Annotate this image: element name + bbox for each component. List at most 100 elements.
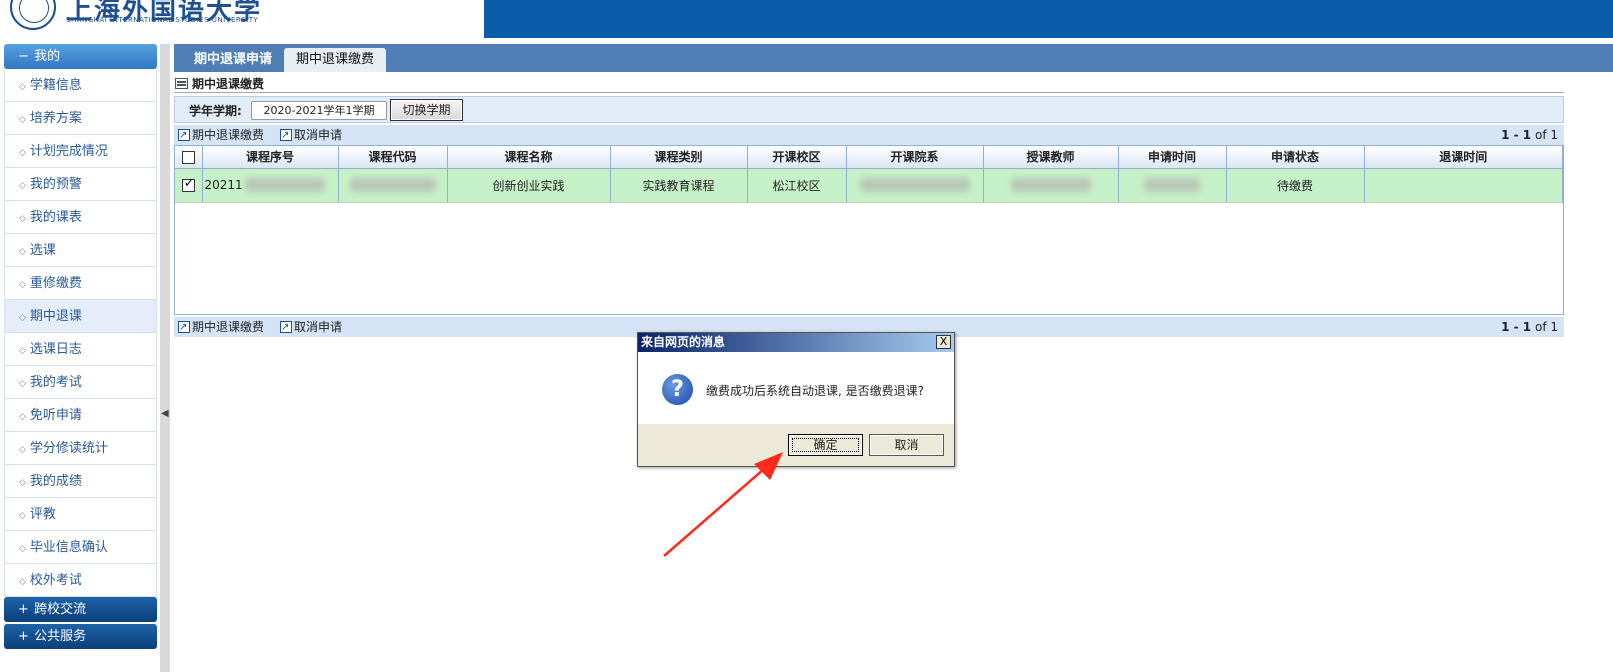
col-header[interactable]: 开课校区 xyxy=(747,146,847,169)
sidebar-section-label: 我的 xyxy=(34,49,61,64)
cell-course-name: 创新创业实践 xyxy=(447,168,611,203)
sidebar-item[interactable]: ◇ 选课日志 xyxy=(4,333,157,366)
withdraw-pay-button[interactable]: 期中退课缴费 xyxy=(178,317,264,338)
select-all-checkbox[interactable] xyxy=(181,150,195,164)
course-grid: 课程序号 课程代码 课程名称 课程类别 开课校区 开课院系 授课教师 申请时间 … xyxy=(174,145,1564,315)
chevron-left-icon: ◀ xyxy=(161,408,169,419)
sidebar-item-label: 我的课表 xyxy=(29,210,82,225)
sidebar-item[interactable]: ◇ 我的成绩 xyxy=(4,465,157,498)
col-header[interactable]: 课程序号 xyxy=(202,146,339,169)
sidebar-item[interactable]: ◇ 毕业信息确认 xyxy=(4,531,157,564)
panel-title: 期中退课缴费 xyxy=(174,75,1564,93)
diamond-bullet-icon: ◇ xyxy=(19,445,26,455)
col-header[interactable]: 退课时间 xyxy=(1364,146,1563,169)
col-header[interactable]: 课程代码 xyxy=(338,146,448,169)
sidebar-section-exchange[interactable]: + 跨校交流 xyxy=(4,597,157,622)
pager-total: of 1 xyxy=(1534,128,1558,142)
tab-bar: 期中退课申请 期中退课缴费 xyxy=(174,44,1613,72)
diamond-bullet-icon: ◇ xyxy=(19,82,26,92)
diamond-bullet-icon: ◇ xyxy=(19,181,26,191)
table-icon xyxy=(175,78,188,89)
diamond-bullet-icon: ◇ xyxy=(19,511,26,521)
dialog-body: ? 缴费成功后系统自动退课, 是否缴费退课? xyxy=(638,352,954,424)
diamond-bullet-icon: ◇ xyxy=(19,379,26,389)
cancel-application-button[interactable]: 取消申请 xyxy=(280,317,343,338)
dialog-title: 来自网页的消息 xyxy=(641,335,726,349)
term-select[interactable]: 2020-2021学年1学期 xyxy=(251,101,387,120)
col-header[interactable]: 课程名称 xyxy=(447,146,611,169)
sidebar-item[interactable]: ◇ 我的课表 xyxy=(4,201,157,234)
sidebar-section-public[interactable]: + 公共服务 xyxy=(4,624,157,649)
row-select-cell[interactable] xyxy=(175,168,203,203)
diamond-bullet-icon: ◇ xyxy=(19,346,26,356)
sidebar-item[interactable]: ◇ 选课 xyxy=(4,234,157,267)
pager: 1 - 1 of 1 xyxy=(1501,125,1558,145)
sidebar-item[interactable]: ◇ 学籍信息 xyxy=(4,69,157,102)
sidebar-item[interactable]: ◇ 评教 xyxy=(4,498,157,531)
col-header[interactable]: 申请时间 xyxy=(1118,146,1227,169)
table-row[interactable]: 20211 创新创业实践 实践教育课程 松江校区 待缴费 xyxy=(175,168,1563,203)
sidebar-item[interactable]: ◇ 校外考试 xyxy=(4,564,157,597)
sidebar-item[interactable]: ◇ 我的考试 xyxy=(4,366,157,399)
annotation-arrow-icon xyxy=(663,452,783,557)
sidebar-item[interactable]: ◇ 计划完成情况 xyxy=(4,135,157,168)
sidebar-items: ◇ 学籍信息 ◇ 培养方案 ◇ 计划完成情况 ◇ 我的预警 ◇ 我的课表 ◇ 选课 ◇ 重修缴费 ◇ 期中退课… xyxy=(4,69,157,597)
sidebar-item-label: 学籍信息 xyxy=(29,78,82,93)
link-arrow-icon xyxy=(280,318,292,338)
col-header[interactable]: 申请状态 xyxy=(1226,146,1365,169)
sidebar-item[interactable]: ◇ 学分修读统计 xyxy=(4,432,157,465)
diamond-bullet-icon: ◇ xyxy=(19,214,26,224)
minus-icon: − xyxy=(18,49,29,64)
course-seq-text: 20211 xyxy=(204,177,243,192)
arrow-shaft xyxy=(663,461,773,557)
sidebar-item-label: 毕业信息确认 xyxy=(29,540,108,555)
diamond-bullet-icon: ◇ xyxy=(19,544,26,554)
dialog-title-bar[interactable]: 来自网页的消息 X xyxy=(638,333,954,352)
cell-course-code xyxy=(338,168,448,203)
redacted-blur xyxy=(1144,178,1200,193)
sidebar-item-label: 评教 xyxy=(29,507,56,522)
redacted-blur xyxy=(1010,178,1091,193)
sidebar-section-mine[interactable]: − 我的 xyxy=(4,44,157,69)
cell-department xyxy=(846,168,984,203)
col-header[interactable]: 开课院系 xyxy=(846,146,984,169)
row-checkbox[interactable] xyxy=(181,176,195,192)
pager-total: of 1 xyxy=(1534,320,1558,334)
select-all-cell[interactable] xyxy=(175,146,203,169)
withdraw-pay-button[interactable]: 期中退课缴费 xyxy=(178,125,264,146)
diamond-bullet-icon: ◇ xyxy=(19,313,26,323)
sidebar-collapse-handle[interactable]: ◀ xyxy=(160,44,170,672)
pager-range: 1 - 1 xyxy=(1501,320,1532,334)
diamond-bullet-icon: ◇ xyxy=(19,577,26,587)
question-icon: ? xyxy=(662,374,693,405)
tab-withdraw-apply[interactable]: 期中退课申请 xyxy=(182,48,284,72)
grid-toolbar-top: 期中退课缴费 取消申请 1 - 1 of 1 xyxy=(174,125,1564,146)
cell-withdraw-time xyxy=(1364,168,1563,203)
diamond-bullet-icon: ◇ xyxy=(19,247,26,257)
col-header[interactable]: 课程类别 xyxy=(610,146,748,169)
sidebar-item[interactable]: ◇ 期中退课 xyxy=(4,300,157,333)
sidebar-item-label: 选课日志 xyxy=(29,342,82,357)
link-arrow-icon xyxy=(178,318,190,338)
col-header[interactable]: 授课教师 xyxy=(983,146,1119,169)
sidebar-item[interactable]: ◇ 免听申请 xyxy=(4,399,157,432)
sidebar-item-label: 重修缴费 xyxy=(29,276,82,291)
cancel-application-label: 取消申请 xyxy=(294,320,343,334)
link-arrow-icon xyxy=(178,126,190,146)
sidebar-item[interactable]: ◇ 我的预警 xyxy=(4,168,157,201)
plus-icon: + xyxy=(18,629,29,644)
sidebar-item-label: 学分修读统计 xyxy=(29,441,108,456)
tab-withdraw-pay[interactable]: 期中退课缴费 xyxy=(284,48,387,72)
grid-header-row: 课程序号 课程代码 课程名称 课程类别 开课校区 开课院系 授课教师 申请时间 … xyxy=(175,146,1563,169)
cancel-application-button[interactable]: 取消申请 xyxy=(280,125,342,146)
cancel-button[interactable]: 取消 xyxy=(869,434,944,456)
switch-term-button[interactable]: 切换学期 xyxy=(390,99,463,121)
sidebar-item-label: 我的成绩 xyxy=(29,474,82,489)
pager: 1 - 1 of 1 xyxy=(1501,317,1558,337)
close-icon[interactable]: X xyxy=(936,335,951,349)
cell-teacher xyxy=(983,168,1119,203)
sidebar-item[interactable]: ◇ 重修缴费 xyxy=(4,267,157,300)
cell-course-type: 实践教育课程 xyxy=(610,168,748,203)
header-bar xyxy=(484,0,1613,38)
sidebar-item[interactable]: ◇ 培养方案 xyxy=(4,102,157,135)
